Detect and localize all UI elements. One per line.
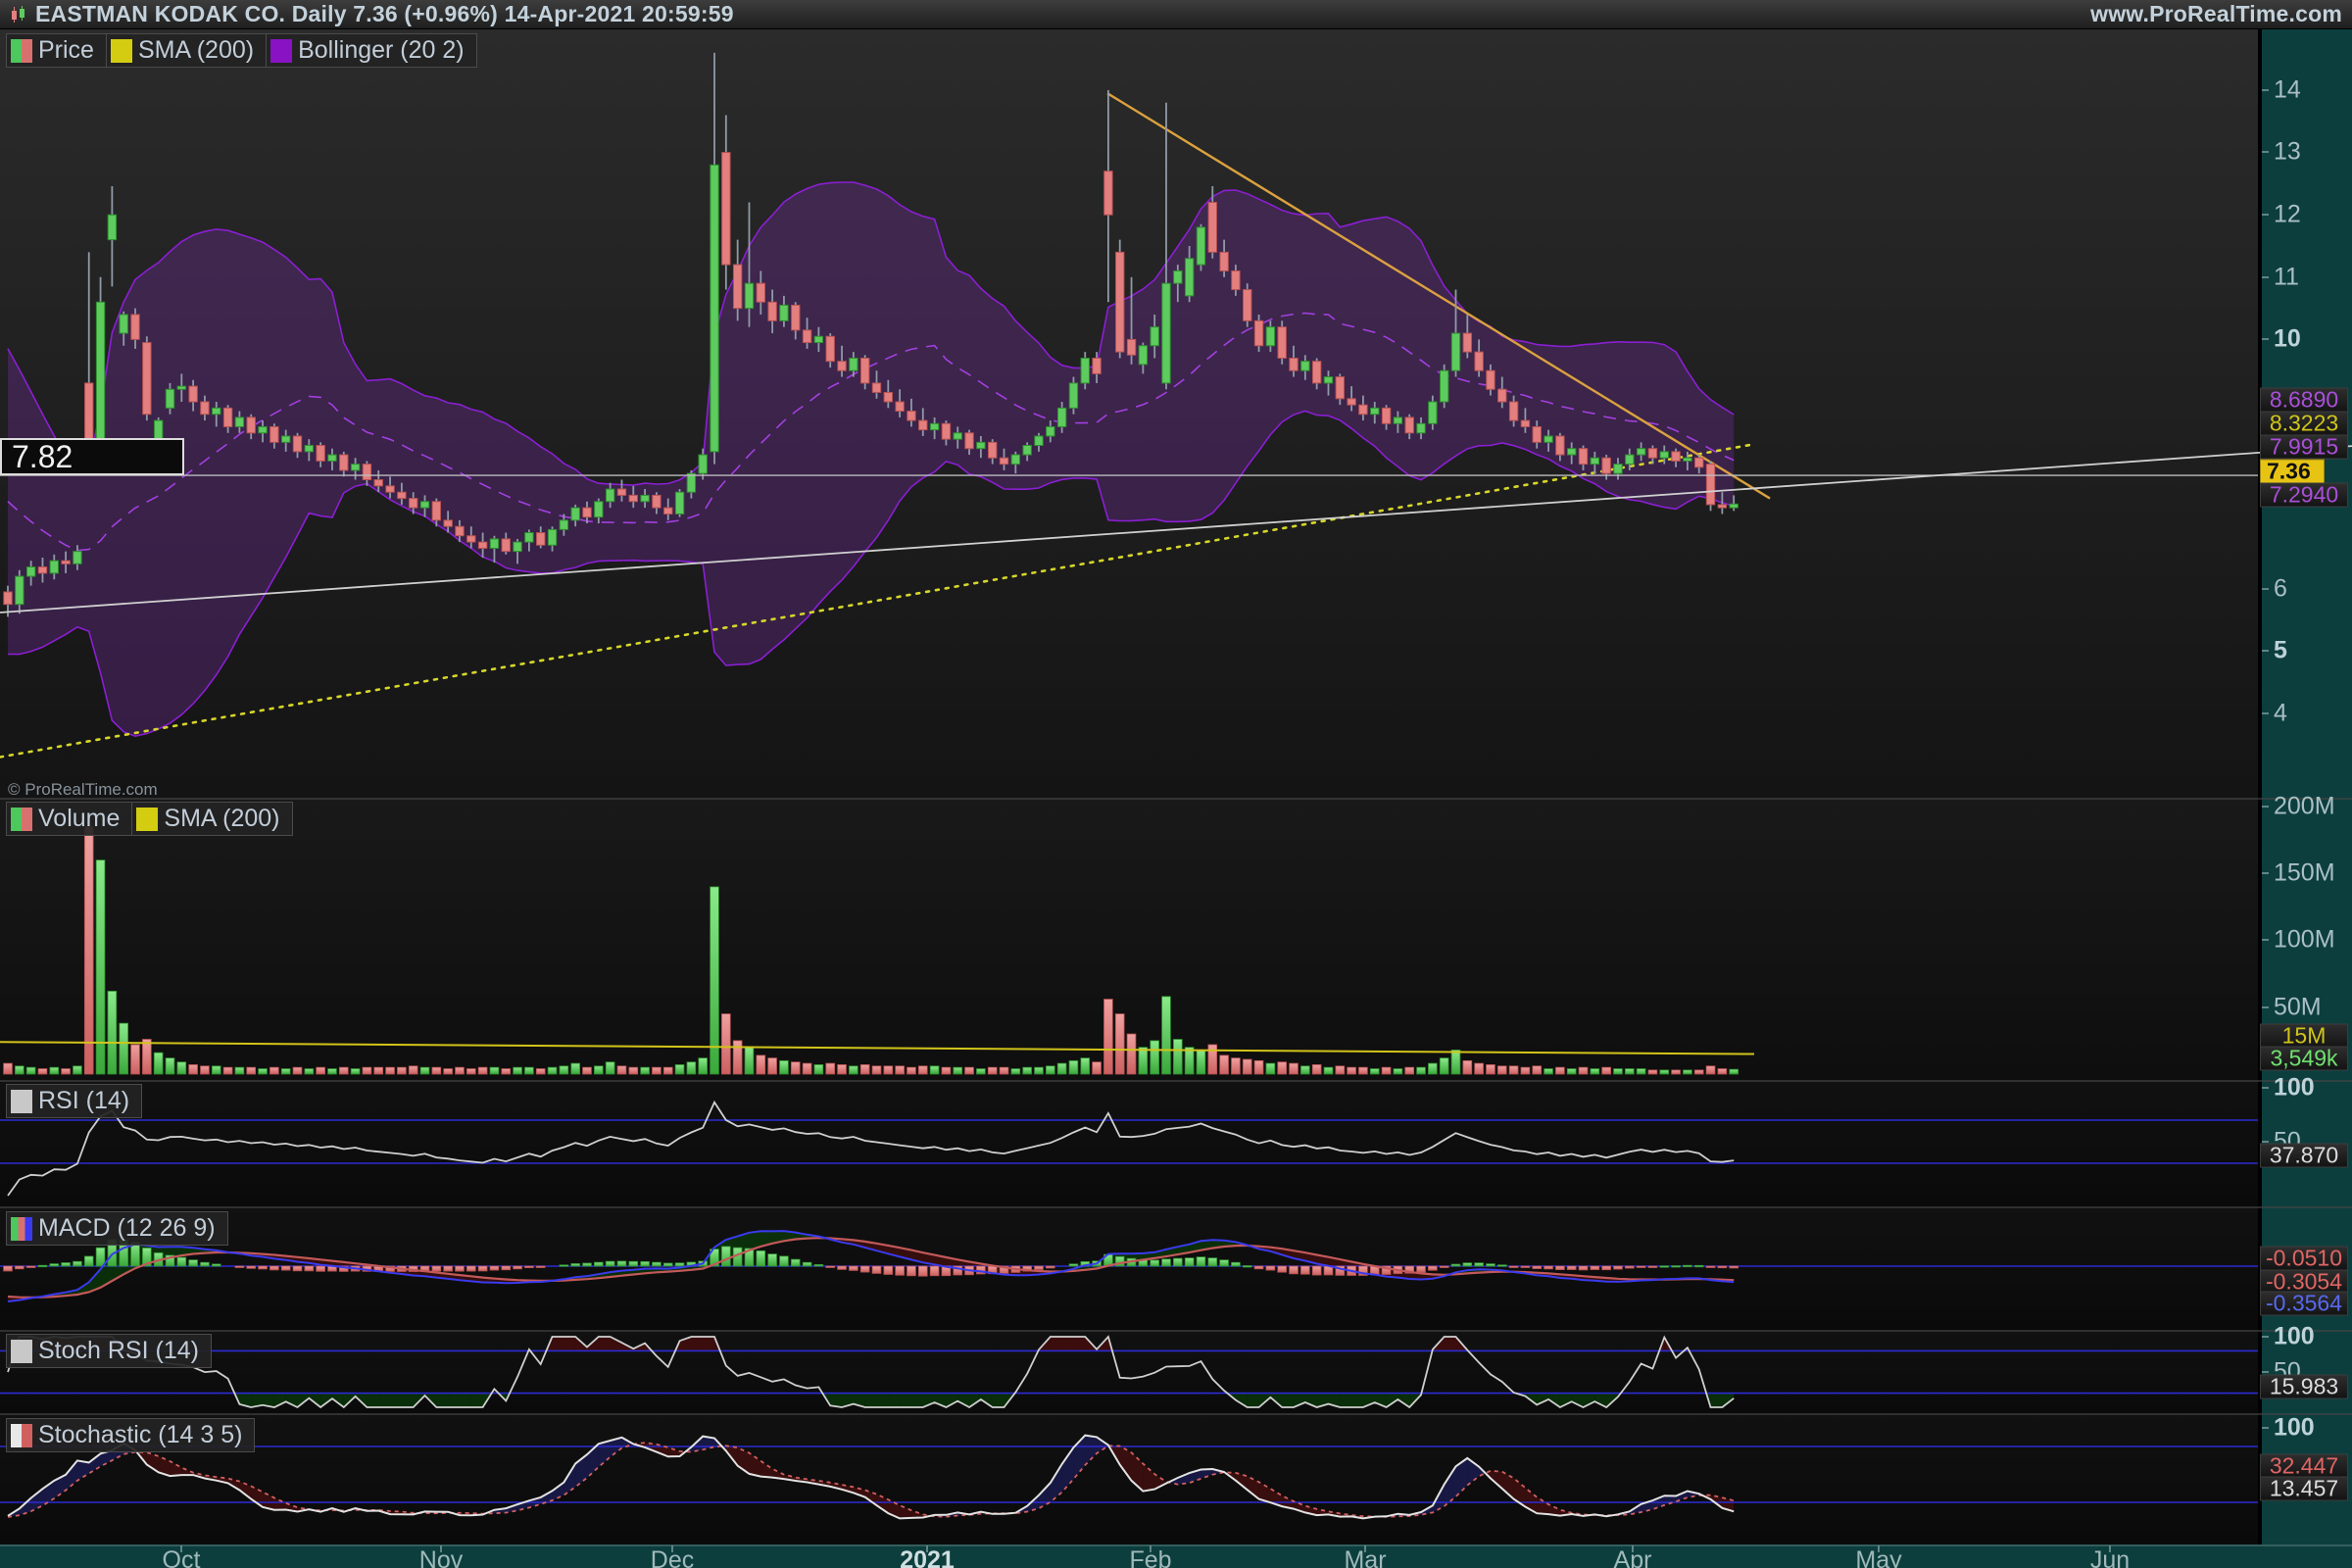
time-axis-label-nov: Nov (419, 1546, 463, 1568)
axis-tick-label: 200M (2274, 793, 2335, 821)
instrument-title: EASTMAN KODAK CO. Daily 7.36 (+0.96%) 14… (35, 1, 734, 27)
yellow-swatch-icon (111, 39, 132, 63)
legend-label: MACD (12 26 9) (38, 1214, 216, 1243)
horizontal-line-price-label: 7.82 (0, 438, 184, 475)
gray-swatch-icon (11, 1090, 32, 1113)
legend-item-bollinger-20-2[interactable]: Bollinger (20 2) (267, 33, 477, 68)
axis-tick-label: 4 (2274, 700, 2287, 728)
legend-item-rsi-14[interactable]: RSI (14) (6, 1084, 142, 1118)
yellow-swatch-icon (136, 808, 158, 831)
axis-tick-label: 6 (2274, 575, 2287, 604)
axis-tick-label: 14 (2274, 76, 2301, 105)
axis-tick-label: 100M (2274, 926, 2335, 955)
axis-value-label: 8.6890 (2260, 388, 2348, 413)
chart-canvas[interactable] (0, 0, 2352, 1568)
axis-value-label: 7.9915 (2260, 435, 2348, 460)
purple-swatch-icon (270, 39, 292, 63)
legend-volume: Volume SMA (200) (6, 802, 293, 836)
axis-tick-label: 100 (2274, 1414, 2315, 1443)
title-bar: EASTMAN KODAK CO. Daily 7.36 (+0.96%) 14… (0, 0, 2352, 29)
legend-label: RSI (14) (38, 1087, 129, 1115)
legend-label: SMA (200) (138, 36, 254, 65)
legend-stochastic: Stochastic (14 3 5) (6, 1418, 255, 1452)
axis-value-label: 7.2940 (2260, 483, 2348, 508)
legend-item-stoch-rsi-14[interactable]: Stoch RSI (14) (6, 1334, 212, 1368)
axis-tick-label: 150M (2274, 859, 2335, 888)
last-price-label: 7.36 (2260, 460, 2325, 484)
legend-label: Price (38, 36, 94, 65)
axis-tick-label: 100 (2274, 1074, 2315, 1102)
time-axis-label-jun: Jun (2090, 1546, 2130, 1568)
price-axis[interactable] (2260, 29, 2352, 1544)
legend-stochrsi: Stoch RSI (14) (6, 1334, 212, 1368)
legend-label: Bollinger (20 2) (298, 36, 465, 65)
axis-value-label: -0.3564 (2260, 1292, 2348, 1316)
time-axis-label-mar: Mar (1344, 1546, 1386, 1568)
axis-value-label: -0.0510 (2260, 1247, 2348, 1271)
candle2-swatch-icon (11, 808, 32, 831)
legend-rsi: RSI (14) (6, 1084, 142, 1118)
legend-label: Stochastic (14 3 5) (38, 1421, 242, 1449)
macd3-swatch-icon (11, 1217, 32, 1241)
axis-tick-label: 5 (2274, 637, 2287, 665)
time-axis-label-dec: Dec (651, 1546, 694, 1568)
legend-price: Price SMA (200) Bollinger (20 2) (6, 33, 477, 68)
time-axis-label-may: May (1855, 1546, 1901, 1568)
axis-value-label: 37.870 (2260, 1144, 2348, 1168)
legend-label: Volume (38, 805, 120, 833)
axis-tick-label: 100 (2274, 1323, 2315, 1351)
axis-value-label: 13.457 (2260, 1477, 2348, 1501)
axis-tick-label: 12 (2274, 201, 2301, 229)
time-axis-label-2021: 2021 (900, 1546, 955, 1568)
watermark: © ProRealTime.com (8, 780, 158, 800)
legend-item-macd-12-26-9[interactable]: MACD (12 26 9) (6, 1211, 228, 1246)
legend-item-sma-200[interactable]: SMA (200) (132, 802, 292, 836)
legend-item-stochastic-14-3-5[interactable]: Stochastic (14 3 5) (6, 1418, 255, 1452)
prorealtime-window: EASTMAN KODAK CO. Daily 7.36 (+0.96%) 14… (0, 0, 2352, 1568)
candlestick-icon (10, 5, 27, 24)
legend-macd: MACD (12 26 9) (6, 1211, 228, 1246)
axis-value-label: 3,549k (2260, 1047, 2348, 1071)
time-axis-label-feb: Feb (1129, 1546, 1171, 1568)
axis-tick-label: 10 (2274, 325, 2301, 354)
axis-tick-label: 50M (2274, 994, 2322, 1022)
legend-item-sma-200[interactable]: SMA (200) (107, 33, 267, 68)
axis-tick-label: 11 (2274, 264, 2299, 292)
legend-label: SMA (200) (164, 805, 279, 833)
gray-swatch-icon (11, 1340, 32, 1363)
candle2-swatch-icon (11, 39, 32, 63)
legend-item-volume[interactable]: Volume (6, 802, 132, 836)
legend-item-price[interactable]: Price (6, 33, 107, 68)
legend-label: Stoch RSI (14) (38, 1337, 199, 1365)
time-axis-label-oct: Oct (163, 1546, 201, 1568)
axis-value-label: 15.983 (2260, 1375, 2348, 1399)
axis-value-label: 8.3223 (2260, 412, 2348, 436)
axis-tick-label: 13 (2274, 138, 2301, 167)
stoch2-swatch-icon (11, 1424, 32, 1447)
time-axis-label-apr: Apr (1614, 1546, 1652, 1568)
website-link[interactable]: www.ProRealTime.com (2090, 1, 2342, 27)
